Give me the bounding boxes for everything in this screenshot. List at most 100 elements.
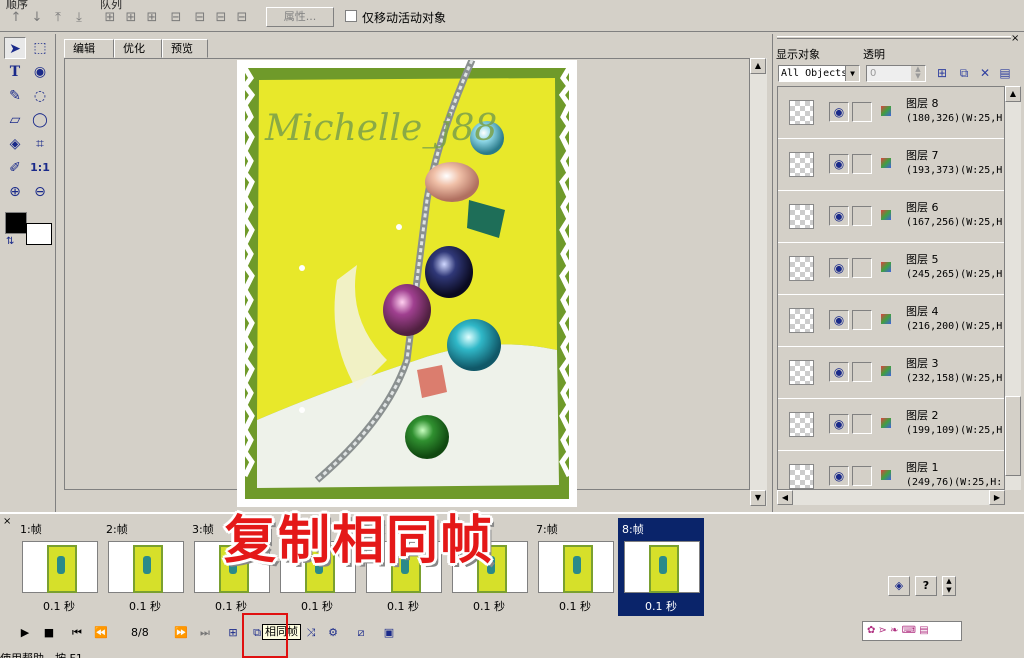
panel-close-icon[interactable]: × (1011, 33, 1019, 44)
only-move-active-checkbox[interactable] (345, 10, 357, 22)
frame-delay[interactable]: 0.1 秒 (274, 598, 360, 614)
swap-colors-icon[interactable]: ⇅ (6, 236, 14, 247)
chevron-down-icon[interactable]: ▼ (845, 66, 859, 81)
lock-toggle[interactable] (852, 154, 872, 174)
frame-delay[interactable]: 0.1 秒 (360, 598, 446, 614)
pointer-tool-icon[interactable]: ➤ (4, 37, 26, 59)
bring-forward-icon[interactable]: ↑ (8, 10, 24, 26)
help-spinner-icon[interactable]: ▲ ▼ (942, 576, 956, 596)
zoom-in-icon[interactable]: ⊕ (4, 181, 26, 203)
duplicate-layer-icon[interactable]: ⧉ (955, 64, 973, 82)
lock-toggle[interactable] (852, 258, 872, 278)
frame-2[interactable]: 2:帧 0.1 秒 (102, 518, 188, 616)
frame-properties-icon[interactable]: ⚙ (324, 624, 342, 642)
lock-toggle[interactable] (852, 414, 872, 434)
show-objects-select[interactable]: All Objects ▼ (778, 65, 860, 82)
frame-delay[interactable]: 0.1 秒 (446, 598, 532, 614)
send-backward-icon[interactable]: ↓ (29, 10, 45, 26)
quick-tools-bar[interactable]: ✿ ⋗ ❧ ⌨ ▤ (862, 621, 962, 641)
tab-preview[interactable]: 预览 (162, 39, 208, 58)
lock-toggle[interactable] (852, 310, 872, 330)
eye-icon[interactable]: ◉ (829, 102, 849, 122)
tab-optimize[interactable]: 优化 (114, 39, 162, 58)
scroll-up-icon[interactable]: ▲ (750, 58, 766, 74)
first-frame-button[interactable]: ⏮ (68, 624, 86, 642)
layer-list-horizontal-scrollbar[interactable]: ◀ ▶ (777, 490, 1005, 505)
text-tool-icon[interactable]: T (4, 61, 26, 83)
align-bottom-icon[interactable]: ⊟ (234, 10, 250, 26)
eye-icon[interactable]: ◉ (829, 362, 849, 382)
eye-icon[interactable]: ◉ (829, 466, 849, 486)
frame-delay[interactable]: 0.1 秒 (102, 598, 188, 614)
background-color-swatch[interactable] (26, 223, 52, 245)
layer-properties-icon[interactable]: ▤ (996, 64, 1014, 82)
play-button[interactable]: ▶ (16, 624, 34, 642)
bucket-tool-icon[interactable]: ◈ (4, 133, 26, 155)
eye-icon[interactable]: ◉ (829, 310, 849, 330)
layer-row-4[interactable]: ◉ 图层 4 (216,200)(W:25,H (778, 295, 1004, 347)
opacity-spinner-icon[interactable]: ▲ ▼ (911, 66, 925, 81)
align-center-icon[interactable]: ⊞ (123, 10, 139, 26)
layer-row-7[interactable]: ◉ 图层 7 (193,373)(W:25,H (778, 139, 1004, 191)
lock-toggle[interactable] (852, 206, 872, 226)
new-layer-icon[interactable]: ⊞ (933, 64, 951, 82)
eyedropper-tool-icon[interactable]: ✐ (4, 157, 26, 179)
lock-toggle[interactable] (852, 102, 872, 122)
delete-layer-icon[interactable]: ✕ (976, 64, 994, 82)
layer-row-6[interactable]: ◉ 图层 6 (167,256)(W:25,H (778, 191, 1004, 243)
brush-tool-icon[interactable]: ✎ (4, 85, 26, 107)
lock-toggle[interactable] (852, 362, 872, 382)
layer-row-3[interactable]: ◉ 图层 3 (232,158)(W:25,H (778, 347, 1004, 399)
previous-frame-button[interactable]: ⏪ (92, 624, 110, 642)
last-frame-button[interactable]: ⏭ (196, 624, 214, 642)
lock-toggle[interactable] (852, 466, 872, 486)
layer-scroll-right-icon[interactable]: ▶ (989, 490, 1005, 505)
layer-row-5[interactable]: ◉ 图层 5 (245,265)(W:25,H (778, 243, 1004, 295)
layer-scroll-thumb[interactable] (1005, 396, 1021, 476)
scroll-down-icon[interactable]: ▼ (750, 490, 766, 506)
export-frames-icon[interactable]: ▣ (380, 624, 398, 642)
layer-list-scrollbar[interactable]: ▲ (1005, 86, 1021, 490)
zoom-out-icon[interactable]: ⊖ (29, 181, 51, 203)
frame-1[interactable]: 1:帧 0.1 秒 (16, 518, 102, 616)
new-frame-icon[interactable]: ⊞ (224, 624, 242, 642)
layer-row-2[interactable]: ◉ 图层 2 (199,109)(W:25,H (778, 399, 1004, 451)
timeline-close-icon[interactable]: × (3, 516, 11, 527)
eye-icon[interactable]: ◉ (829, 206, 849, 226)
oval-select-tool-icon[interactable]: ◯ (29, 109, 51, 131)
canvas-vertical-scrollbar[interactable]: ▲ ▼ (750, 58, 767, 506)
onion-skin-icon[interactable]: ⧄ (352, 624, 370, 642)
crop-tool-icon[interactable]: ⌗ (29, 133, 51, 155)
frame-delay[interactable]: 0.1 秒 (188, 598, 274, 614)
panel-grip[interactable] (777, 36, 1011, 39)
frame-delay[interactable]: 0.1 秒 (532, 598, 618, 614)
subselect-tool-icon[interactable]: ⬚ (29, 37, 51, 59)
eye-icon[interactable]: ◉ (829, 414, 849, 434)
next-frame-button[interactable]: ⏩ (172, 624, 190, 642)
properties-button[interactable]: 属性... (266, 7, 334, 27)
send-to-back-icon[interactable]: ⤓ (71, 10, 87, 26)
layer-scroll-up-icon[interactable]: ▲ (1005, 86, 1021, 102)
lasso-tool-icon[interactable]: ◌ (29, 85, 51, 107)
frame-8[interactable]: 8:帧 0.1 秒 (618, 518, 704, 616)
eye-icon[interactable]: ◉ (829, 258, 849, 278)
tab-edit[interactable]: 编辑 (64, 39, 114, 58)
help-icon[interactable]: ? (915, 576, 937, 596)
eye-icon[interactable]: ◉ (829, 154, 849, 174)
frame-delay[interactable]: 0.1 秒 (618, 598, 704, 614)
eraser-tool-icon[interactable]: ▱ (4, 109, 26, 131)
layer-row-8[interactable]: ◉ 图层 8 (180,326)(W:25,H (778, 87, 1004, 139)
align-right-icon[interactable]: ⊞ (144, 10, 160, 26)
opacity-input[interactable]: 0 ▲ ▼ (866, 65, 926, 82)
bookmark-icon[interactable]: ◈ (888, 576, 910, 596)
layer-row-1[interactable]: ◉ 图层 1 (249,76)(W:25,H: (778, 451, 1004, 489)
align-left-icon[interactable]: ⊞ (102, 10, 118, 26)
actual-size-icon[interactable]: 1:1 (29, 157, 51, 179)
rotate-tool-icon[interactable]: ◉ (29, 61, 51, 83)
align-top-icon[interactable]: ⊟ (192, 10, 208, 26)
tween-icon[interactable]: ⤨ (302, 624, 320, 642)
foreground-color-swatch[interactable] (5, 212, 27, 234)
frame-7[interactable]: 7:帧 0.1 秒 (532, 518, 618, 616)
bring-to-front-icon[interactable]: ⤒ (50, 10, 66, 26)
layer-scroll-left-icon[interactable]: ◀ (777, 490, 793, 505)
